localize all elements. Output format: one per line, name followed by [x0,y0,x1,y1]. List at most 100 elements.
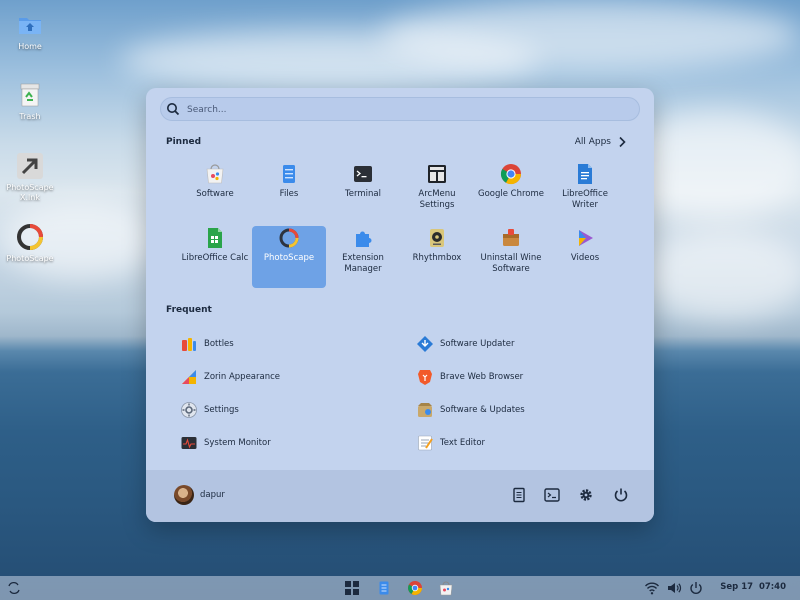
frequent-item-zorin-appearance[interactable]: Zorin Appearance [180,367,280,387]
search-bar[interactable] [160,97,640,121]
frequent-item-brave-browser[interactable]: Brave Web Browser [416,367,523,387]
volume-icon[interactable] [666,580,682,596]
frequent-title: Frequent [166,305,212,315]
desktop: Home Trash PhotoScape X.lnk PhotoScape S… [0,0,800,600]
documents-icon[interactable] [510,486,528,504]
frequent-label: Zorin Appearance [204,372,281,382]
pinned-label: Extension Manager [342,253,384,274]
software-updates-icon [418,403,432,417]
pinned-tile-terminal[interactable]: Terminal [326,162,400,224]
wifi-icon[interactable] [644,580,660,596]
terminal-shortcut-icon[interactable] [543,486,561,504]
cloud [380,0,800,70]
pinned-label: Uninstall Wine Software [480,253,542,274]
text-editor-icon [418,435,433,451]
search-input[interactable] [185,101,629,119]
desktop-icon-photoscape[interactable]: PhotoScape [2,222,58,264]
all-apps-label: All Apps [574,137,611,147]
bottles-icon [182,338,196,351]
frequent-label: Text Editor [440,438,486,448]
desktop-icon-label: PhotoScape [6,254,54,263]
pinned-tile-rhythmbox[interactable]: Rhythmbox [400,226,474,288]
user-name: dapur [200,490,225,500]
extension-icon [356,231,372,247]
pinned-label: PhotoScape [263,253,315,263]
arcmenu-settings-icon [428,165,446,183]
taskbar: Sep 17 07:40 [0,576,800,600]
videos-icon [579,230,593,246]
frequent-label: Bottles [204,339,234,349]
all-apps-button[interactable]: All Apps [575,136,628,148]
start-menu: Pinned All Apps Software [146,88,654,522]
updater-icon [417,336,433,352]
shortcut-icon [17,153,43,179]
desktop-icon-label: Home [18,42,42,51]
terminal-icon [354,166,372,182]
workspace-switcher-icon[interactable] [6,580,22,596]
files-icon [283,165,295,183]
frequent-item-text-editor[interactable]: Text Editor [416,433,485,453]
pinned-label: Google Chrome [477,189,545,199]
pinned-tile-files[interactable]: Files [252,162,326,224]
frequent-label: Settings [204,405,239,415]
frequent-item-settings[interactable]: Settings [180,400,239,420]
files-icon[interactable] [376,580,392,596]
pinned-label: Software [196,189,234,199]
frequent-item-bottles[interactable]: Bottles [180,334,234,354]
pinned-label: Videos [570,253,600,263]
pinned-label: LibreOffice Writer [562,189,608,210]
pinned-label: LibreOffice Calc [181,253,249,263]
cloud [640,230,800,320]
pinned-label: ArcMenu Settings [418,189,456,210]
frequent-label: Software Updater [440,339,515,349]
system-monitor-icon [181,437,197,449]
frequent-item-software-updater[interactable]: Software Updater [416,334,514,354]
photoscape-icon [279,228,299,248]
frequent-label: Software & Updates [440,405,525,415]
pinned-label: Terminal [345,189,381,199]
chrome-icon [500,164,522,185]
clock[interactable]: Sep 17 07:40 [720,582,786,592]
desktop-icon-home[interactable]: Home [2,10,58,52]
pinned-tile-extension-manager[interactable]: Extension Manager [326,226,400,288]
pinned-tile-libreoffice-calc[interactable]: LibreOffice Calc [178,226,252,288]
desktop-icon-trash[interactable]: Trash [2,80,58,122]
calc-icon [208,228,222,248]
power-icon[interactable] [688,580,704,596]
frequent-item-software-updates[interactable]: Software & Updates [416,400,525,420]
pinned-tile-uninstall-wine[interactable]: Uninstall Wine Software [474,226,548,288]
home-folder-icon [19,18,41,34]
pinned-label: Files [279,189,299,199]
pinned-label: Rhythmbox [412,253,462,263]
pinned-tile-software[interactable]: Software [178,162,252,224]
chrome-icon[interactable] [407,580,423,596]
power-icon[interactable] [612,486,630,504]
appearance-icon [182,370,196,384]
start-menu-icon[interactable] [344,580,360,596]
software-icon[interactable] [438,580,454,596]
rhythmbox-icon [430,229,444,247]
pinned-tile-libreoffice-writer[interactable]: LibreOffice Writer [548,162,622,224]
pinned-tile-arcmenu-settings[interactable]: ArcMenu Settings [400,162,474,224]
avatar [174,485,194,505]
trash-icon [20,83,40,107]
brave-icon [418,370,432,385]
menu-footer: dapur [146,470,654,522]
desktop-icon-label: Trash [19,112,41,121]
user-button[interactable]: dapur [174,485,225,505]
settings-icon [181,402,197,418]
pinned-tile-google-chrome[interactable]: Google Chrome [474,162,548,224]
desktop-icon-photoscape-lnk[interactable]: PhotoScape X.lnk [2,151,58,203]
search-icon [167,103,180,116]
pinned-tile-photoscape[interactable]: PhotoScape [252,226,326,288]
frequent-label: System Monitor [204,438,271,448]
pinned-title: Pinned [166,137,202,147]
frequent-item-system-monitor[interactable]: System Monitor [180,433,271,453]
writer-icon [578,164,592,184]
software-icon [206,164,224,184]
desktop-icon-label: PhotoScape X.lnk [6,183,54,202]
pinned-tile-videos[interactable]: Videos [548,226,622,288]
gear-icon[interactable] [577,486,595,504]
wine-icon [503,229,519,246]
chevron-right-icon [619,136,626,148]
